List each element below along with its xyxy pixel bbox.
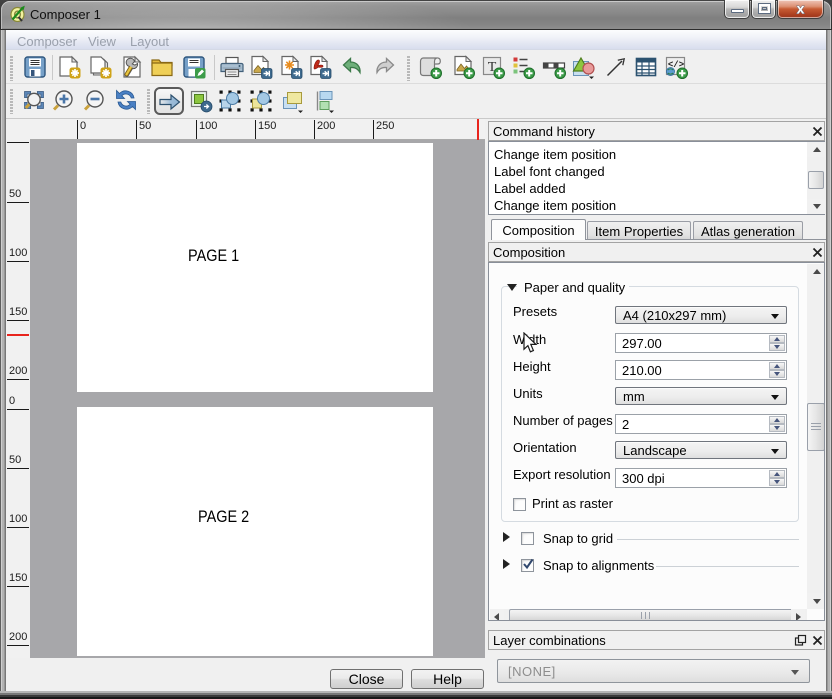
svg-text:x: x: [797, 1, 805, 17]
